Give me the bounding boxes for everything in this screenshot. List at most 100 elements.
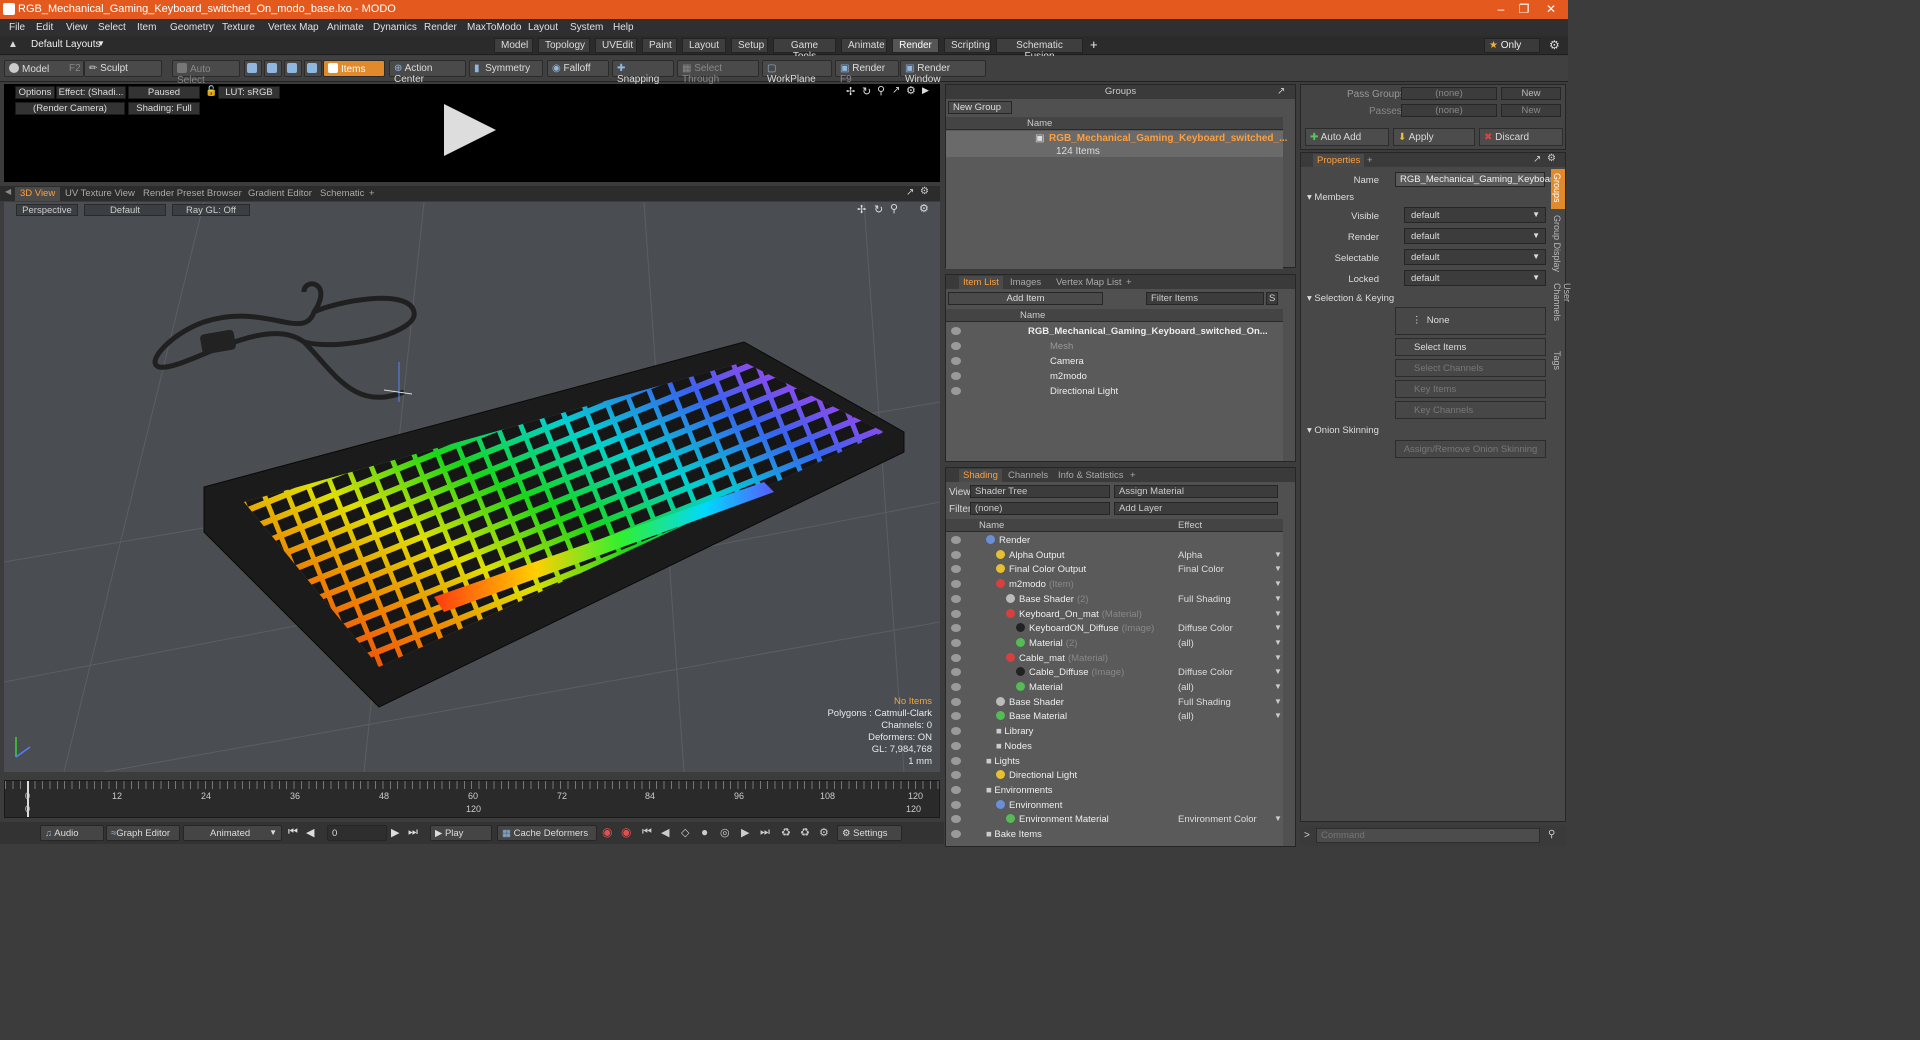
preview-gear-icon[interactable]: ⚙ [906,84,916,97]
visibility-eye-icon[interactable] [951,785,961,794]
chevron-down-icon[interactable]: ▼ [1274,564,1282,573]
group-row[interactable]: ▣ RGB_Mechanical_Gaming_Keyboard_switche… [946,131,1287,157]
passes-dropdown[interactable]: (none) [1401,104,1497,117]
key-back-icon[interactable]: ◀ [661,826,669,839]
3d-viewport[interactable]: Perspective Default Ray GL: Off ✢ ↻ ⚲ ⚙ … [4,202,940,772]
layout-preset-dropdown[interactable]: Default Layouts [31,39,101,50]
item-row[interactable]: Directional Light [946,385,1283,400]
timeline[interactable]: 0 12 24 36 48 60 72 84 96 108 120 0 120 … [4,780,940,818]
key-dot-icon[interactable]: ● [701,825,708,839]
add-item-dropdown[interactable]: Add Item [948,292,1103,305]
shader-effect-value[interactable]: Diffuse Color [1178,667,1233,678]
add-itemlist-tab-button[interactable]: + [1122,276,1136,289]
action-center-button[interactable]: ⊕ Action Center [389,60,466,85]
chevron-down-icon[interactable]: ▼ [1274,609,1282,618]
shader-effect-value[interactable]: Diffuse Color [1178,623,1233,634]
item-row[interactable]: Mesh [946,340,1283,355]
perspective-dropdown[interactable]: Perspective [16,204,78,216]
filter-s-button[interactable]: S [1266,292,1278,305]
visibility-eye-icon[interactable] [951,741,961,750]
tab-scripting[interactable]: Scripting [944,38,991,53]
tab-animate[interactable]: Animate [841,38,887,53]
visibility-eye-icon[interactable] [951,357,961,365]
visibility-eye-icon[interactable] [951,327,961,335]
chevron-down-icon[interactable]: ▼ [97,39,105,48]
preview-options-button[interactable]: Options [15,86,55,99]
visible-dropdown[interactable]: default ▼ [1404,207,1546,223]
menu-system[interactable]: System [570,22,603,33]
symmetry-button[interactable]: ▮ Symmetry [469,60,543,77]
viewport-zoom-icon[interactable]: ⚲ [890,202,898,215]
visibility-eye-icon[interactable] [951,653,961,662]
step-forward-icon[interactable]: ▶ [391,826,399,839]
animated-dropdown[interactable]: Animated ▼ [183,825,282,841]
menu-help[interactable]: Help [613,22,634,33]
visibility-eye-icon[interactable] [951,580,961,589]
chevron-down-icon[interactable]: ▼ [1274,623,1282,632]
add-tab-button[interactable]: + [1090,37,1098,52]
preview-paused-button[interactable]: Paused [128,86,200,99]
assign-onion-button[interactable]: Assign/Remove Onion Skinning [1395,440,1546,458]
tab-info-statistics[interactable]: Info & Statistics [1054,469,1127,482]
shader-effect-value[interactable]: (all) [1178,638,1194,649]
chevron-down-icon[interactable]: ▼ [1274,550,1282,559]
model-mode-button[interactable]: Model F2 [4,60,84,77]
visibility-eye-icon[interactable] [951,712,961,721]
tab-uv-texture-view[interactable]: UV Texture View [60,187,140,201]
new-group-button[interactable]: New Group [948,101,1012,114]
chevron-down-icon[interactable]: ▼ [1274,579,1282,588]
visibility-eye-icon[interactable] [951,536,961,544]
visibility-eye-icon[interactable] [951,387,961,395]
shader-row[interactable]: Keyboard_On_mat (Material) ▼ [946,608,1283,623]
pan-icon[interactable]: ✢ [857,203,866,216]
gear-icon[interactable]: ⚙ [1549,38,1560,52]
key-sets-icon[interactable]: ⚙ [819,826,829,839]
apply-button[interactable]: ⬇ Apply [1393,128,1475,146]
shader-row[interactable]: Alpha Output Alpha ▼ [946,549,1283,564]
pass-groups-dropdown[interactable]: (none) [1401,87,1497,100]
viewport-maximize-icon[interactable]: ↗ [906,187,914,198]
shader-effect-value[interactable]: (all) [1178,682,1194,693]
visibility-eye-icon[interactable] [951,756,961,765]
menu-select[interactable]: Select [98,22,126,33]
tab-item-list[interactable]: Item List [959,276,1003,289]
preview-camera-dropdown[interactable]: (Render Camera) [15,102,125,115]
lock-icon[interactable]: 🔓 [205,86,217,97]
menu-file[interactable]: File [9,22,25,33]
key-delete-icon[interactable]: ◎ [720,826,730,839]
maximize-view-icon[interactable]: ↗ [892,85,900,96]
key-toggle-icon[interactable]: ◇ [681,826,689,839]
shader-row[interactable]: Final Color Output Final Color ▼ [946,563,1283,578]
tab-setup[interactable]: Setup [731,38,768,53]
auto-key-icon[interactable]: ◉ [621,825,631,839]
shading-style-dropdown[interactable]: Default [84,204,166,216]
frame-input[interactable]: 0 [327,825,387,841]
raygl-toggle[interactable]: Ray GL: Off [172,204,250,216]
shader-row[interactable]: Base Material (all) ▼ [946,710,1283,725]
select-channels-button[interactable]: Select Channels [1395,359,1546,377]
shader-row[interactable]: Base Shader Full Shading ▼ [946,696,1283,711]
shader-effect-value[interactable]: Alpha [1178,550,1202,561]
chevron-down-icon[interactable]: ▼ [1274,638,1282,647]
add-viewport-tab-button[interactable]: + [364,187,380,201]
side-tab-groups[interactable]: Groups [1551,169,1565,209]
side-tab-user-channels[interactable]: User Channels [1551,281,1572,341]
shader-row[interactable]: ■ Environments [946,784,1283,799]
step-back-icon[interactable]: ◀ [306,826,314,839]
chevron-down-icon[interactable]: ▼ [1274,667,1282,676]
render-dropdown[interactable]: default ▼ [1404,228,1546,244]
new-pass-button[interactable]: New [1501,104,1561,117]
new-pass-group-button[interactable]: New [1501,87,1561,100]
auto-add-button[interactable]: ✚ Auto Add [1305,128,1389,146]
polygons-mode-button[interactable] [284,60,302,77]
shader-row[interactable]: Environment Material Environment Color ▼ [946,813,1283,828]
shader-effect-value[interactable]: Environment Color [1178,814,1257,825]
menu-texture[interactable]: Texture [222,22,255,33]
discard-button[interactable]: ✖ Discard [1479,128,1563,146]
select-items-button[interactable]: Select Items [1395,338,1546,356]
shader-row[interactable]: Environment [946,799,1283,814]
render-button[interactable]: ▣ Render F9 [835,60,899,85]
shader-effect-value[interactable]: Full Shading [1178,594,1231,605]
falloff-button[interactable]: ◉ Falloff [547,60,609,77]
viewport-gear-icon[interactable]: ⚙ [919,202,929,215]
